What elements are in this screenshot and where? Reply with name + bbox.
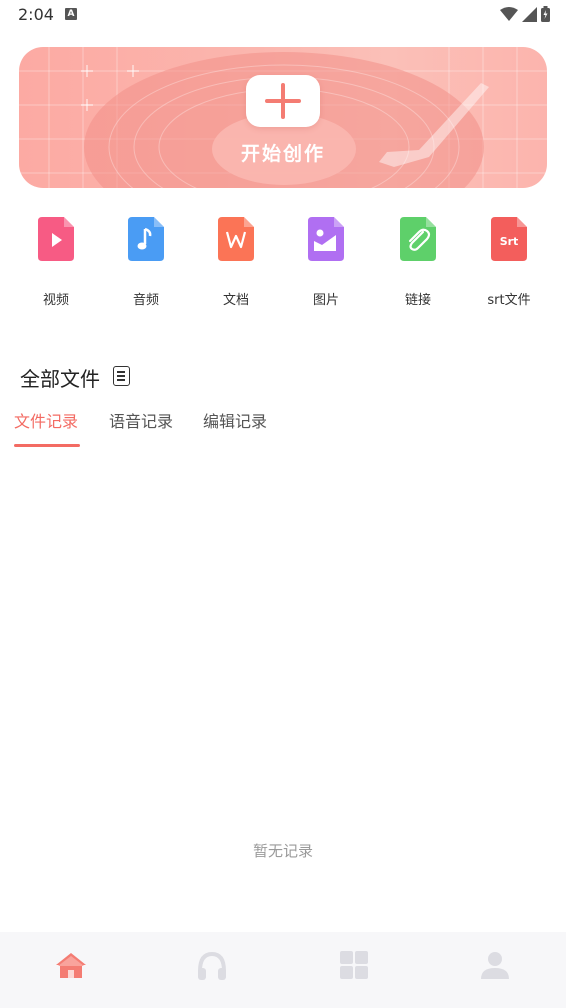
tool-label: 图片 (312, 293, 339, 308)
wifi-icon (500, 6, 518, 21)
tool-label: 文档 (222, 293, 249, 308)
image-file-icon (308, 217, 344, 261)
audio-file-icon (128, 217, 164, 261)
tool-document[interactable]: 文档 (196, 213, 276, 308)
status-indicators (500, 6, 550, 22)
link-file-icon (400, 217, 436, 261)
create-label: 开始创作 (240, 143, 325, 165)
section-title: 全部文件 (20, 367, 100, 391)
tool-label: 视频 (42, 293, 69, 308)
empty-state-text: 暂无记录 (252, 842, 313, 860)
tool-label: srt文件 (487, 293, 531, 308)
tab-voice-records[interactable]: 语音记录 (109, 408, 173, 432)
tool-link[interactable]: 链接 (378, 213, 458, 308)
active-tab-indicator (14, 444, 80, 447)
tab-edit-records[interactable]: 编辑记录 (203, 408, 267, 432)
tool-srt[interactable]: Srt srt文件 (469, 213, 549, 308)
tool-label: 音频 (132, 293, 159, 308)
file-type-shortcuts: 视频 音频 文档 图片 链接 Srt srt文件 (0, 213, 566, 313)
tab-file-records[interactable]: 文件记录 (14, 408, 78, 432)
start-creation-banner[interactable]: 开始创作 (19, 47, 547, 188)
srt-glyph: Srt (500, 235, 519, 248)
bottom-navigation (0, 932, 566, 1008)
srt-file-icon: Srt (491, 217, 527, 261)
document-file-icon (218, 217, 254, 261)
tool-audio[interactable]: 音频 (106, 213, 186, 308)
tool-image[interactable]: 图片 (286, 213, 366, 308)
tool-label: 链接 (404, 293, 431, 308)
record-tabs: 文件记录 语音记录 编辑记录 (0, 405, 566, 449)
notification-badge-icon: A (65, 8, 77, 20)
profile-icon[interactable] (475, 945, 515, 985)
create-plus-button[interactable] (246, 75, 320, 127)
plus-icon-vertical (281, 83, 285, 119)
grid-icon[interactable] (334, 945, 374, 985)
tool-video[interactable]: 视频 (16, 213, 96, 308)
home-icon[interactable] (51, 945, 91, 985)
signal-icon (522, 6, 537, 22)
battery-icon (541, 6, 550, 22)
file-list-icon[interactable] (113, 366, 130, 386)
video-file-icon (38, 217, 74, 261)
status-bar: 2:04 A (0, 0, 566, 30)
headphones-icon[interactable] (192, 945, 232, 985)
status-time: 2:04 (18, 5, 54, 24)
